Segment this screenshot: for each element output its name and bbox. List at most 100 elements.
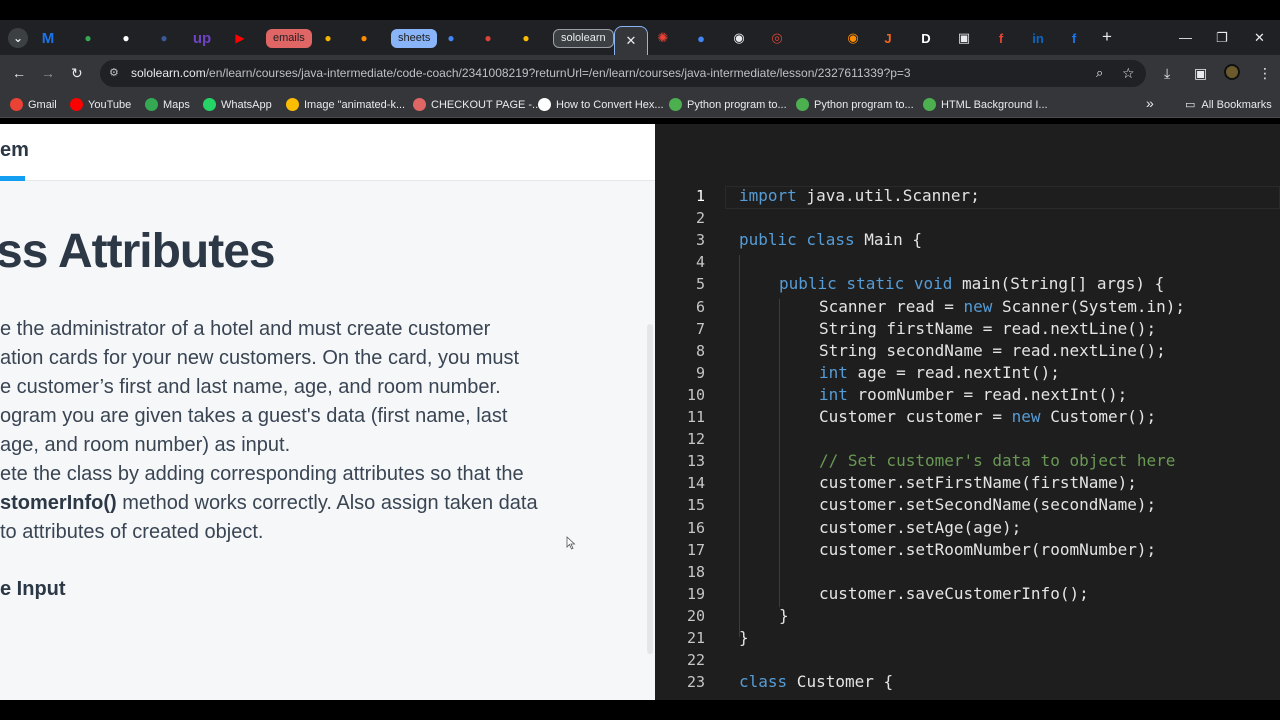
all-bookmarks-button[interactable]: ▭ All Bookmarks	[1185, 98, 1272, 112]
r-icon: f	[998, 30, 1004, 46]
bookmark-item[interactable]: WhatsApp	[203, 98, 272, 111]
code-keyword: int	[819, 362, 848, 382]
menu-icon[interactable]: ⋮	[1258, 65, 1272, 81]
download-icon[interactable]: ⤓	[1164, 65, 1170, 81]
tab-d-icon[interactable]: D	[918, 26, 934, 50]
minimize-window-button[interactable]: —	[1179, 30, 1192, 45]
bookmark-item[interactable]: CHECKOUT PAGE -...	[413, 98, 541, 111]
code-line: String secondName = read.nextLine();	[819, 341, 1166, 360]
bookmark-label: Python program to...	[814, 98, 914, 111]
code-text: Customer();	[1040, 407, 1157, 426]
code-keyword: public static void	[779, 274, 953, 294]
tab-label: sheets	[391, 28, 438, 48]
tab-up[interactable]: up	[193, 26, 211, 50]
close-window-button[interactable]: ✕	[1254, 30, 1265, 46]
code-line: Scanner read = new Scanner(System.in);	[819, 297, 1185, 316]
tab-blank-icon[interactable]	[807, 26, 823, 50]
mouse-cursor-icon	[566, 536, 576, 550]
star-icon[interactable]: ☆	[1122, 65, 1135, 81]
back-icon[interactable]: ←	[12, 65, 26, 81]
code-text: customer.setAge(age);	[819, 517, 1022, 537]
indent-guide	[739, 255, 740, 637]
address-bar[interactable]: ⚙ sololearn.com/en/learn/courses/java-in…	[100, 60, 1146, 87]
line-number: 2	[695, 209, 705, 228]
planet-icon: ●	[697, 30, 705, 46]
code-line: String firstName = read.nextLine();	[819, 319, 1156, 338]
tab-pin-icon[interactable]: ●	[320, 26, 336, 50]
bookmark-item[interactable]: YouTube	[70, 98, 131, 111]
tab-ring-icon[interactable]: ●	[356, 26, 372, 50]
code-line: // Set customer's data to object here	[819, 451, 1175, 470]
code-text: String firstName = read.nextLine();	[819, 318, 1157, 338]
sample-input-heading: e Input	[0, 578, 66, 600]
zoom-icon[interactable]: ⌕	[1096, 65, 1103, 81]
tab-facebook-icon[interactable]: f	[1066, 26, 1082, 50]
lesson-panel: em ss Attributes e the administrator of …	[0, 124, 655, 700]
tab-m[interactable]: M	[40, 26, 56, 50]
tab-chevron-down-icon[interactable]: ⌄	[8, 26, 28, 50]
active-tab-underline	[0, 176, 25, 181]
bookmark-item[interactable]: Python program to...	[796, 98, 914, 111]
tab-orange-circle-icon[interactable]: ◉	[845, 26, 861, 50]
tab-red-doc-icon[interactable]: ●	[480, 26, 496, 50]
tab-w-icon[interactable]: ●	[156, 26, 172, 50]
bookmark-label: Maps	[163, 98, 190, 111]
line-number: 3	[695, 231, 705, 250]
bookmark-label: Python program to...	[687, 98, 787, 111]
tab-pinwheel-icon[interactable]: ✺	[655, 26, 671, 50]
j-icon: J	[884, 30, 892, 46]
bookmark-item[interactable]: Gmail	[10, 98, 57, 111]
bookmark-favicon-icon	[286, 98, 299, 111]
forward-icon[interactable]: →	[41, 65, 55, 81]
bottom-bar	[0, 700, 1280, 720]
close-tab-icon[interactable]: ✕	[626, 33, 637, 49]
tab-circle-play-icon[interactable]: ●	[118, 26, 134, 50]
profile-avatar[interactable]	[1224, 64, 1240, 80]
pinwheel-icon: ✺	[657, 30, 669, 45]
ring-icon: ●	[360, 31, 368, 45]
tab-youtube-icon[interactable]: ▶	[232, 26, 248, 50]
problem-tab[interactable]: em	[0, 139, 29, 162]
reload-icon[interactable]: ↻	[71, 65, 83, 81]
tab-planet-icon[interactable]: ●	[693, 26, 709, 50]
tab-j-icon[interactable]: J	[880, 26, 896, 50]
bookmark-item[interactable]: Python program to...	[669, 98, 787, 111]
tab-linkedin-icon[interactable]: in	[1030, 26, 1046, 50]
tab-doc-icon[interactable]: ●	[443, 26, 459, 50]
bookmark-item[interactable]: HTML Background I...	[923, 98, 1048, 111]
restore-window-button[interactable]: ❐	[1216, 30, 1228, 46]
bookmark-item[interactable]: Maps	[145, 98, 190, 111]
side-panel-icon[interactable]: ▣	[1194, 65, 1207, 81]
code-text: roomNumber = read.nextInt();	[847, 384, 1128, 404]
description-line: ete the class by adding corresponding at…	[0, 463, 524, 485]
bookmark-item[interactable]: Image "animated-k...	[286, 98, 405, 111]
chat-icon: ◉	[733, 30, 745, 45]
tab-pencil-icon[interactable]: ●	[518, 26, 534, 50]
more-bookmarks-button[interactable]: »	[1146, 95, 1154, 111]
tab-sololearn[interactable]: sololearn	[553, 26, 614, 50]
code-text: customer.setSecondName(secondName);	[819, 495, 1157, 515]
tab-chat-icon[interactable]: ◉	[731, 26, 747, 50]
tab-box-icon[interactable]: ▣	[956, 26, 972, 50]
tab-r-icon[interactable]: f	[993, 26, 1009, 50]
line-number: 9	[695, 363, 705, 382]
site-info-icon[interactable]: ⚙	[109, 66, 121, 80]
line-number: 15	[686, 496, 705, 515]
method-name: stomerInfo()	[0, 492, 117, 514]
new-tab-button[interactable]: +	[1102, 27, 1112, 47]
tab-emails[interactable]: emails	[266, 26, 312, 50]
line-number: 1	[695, 187, 705, 205]
code-editor[interactable]: 1 import java.util.Scanner; 2 3 public class…	[655, 124, 1280, 700]
tab-circle-icon[interactable]: ◎	[769, 26, 785, 50]
url-text: sololearn.com/en/learn/courses/java-inte…	[131, 66, 911, 80]
lesson-header: em	[0, 124, 655, 181]
tab-play-arrow-icon[interactable]: ●	[80, 26, 96, 50]
line-number: 5	[695, 275, 705, 294]
tab-sheets[interactable]: sheets	[391, 26, 438, 50]
code-text: java.util.Scanner;	[796, 186, 980, 205]
active-tab[interactable]: ✕	[614, 26, 648, 55]
panel-resize-handle[interactable]	[647, 324, 653, 654]
code-line: }	[739, 628, 749, 647]
description-line: e the administrator of a hotel and must …	[0, 318, 491, 340]
bookmark-item[interactable]: How to Convert Hex...	[538, 98, 664, 111]
